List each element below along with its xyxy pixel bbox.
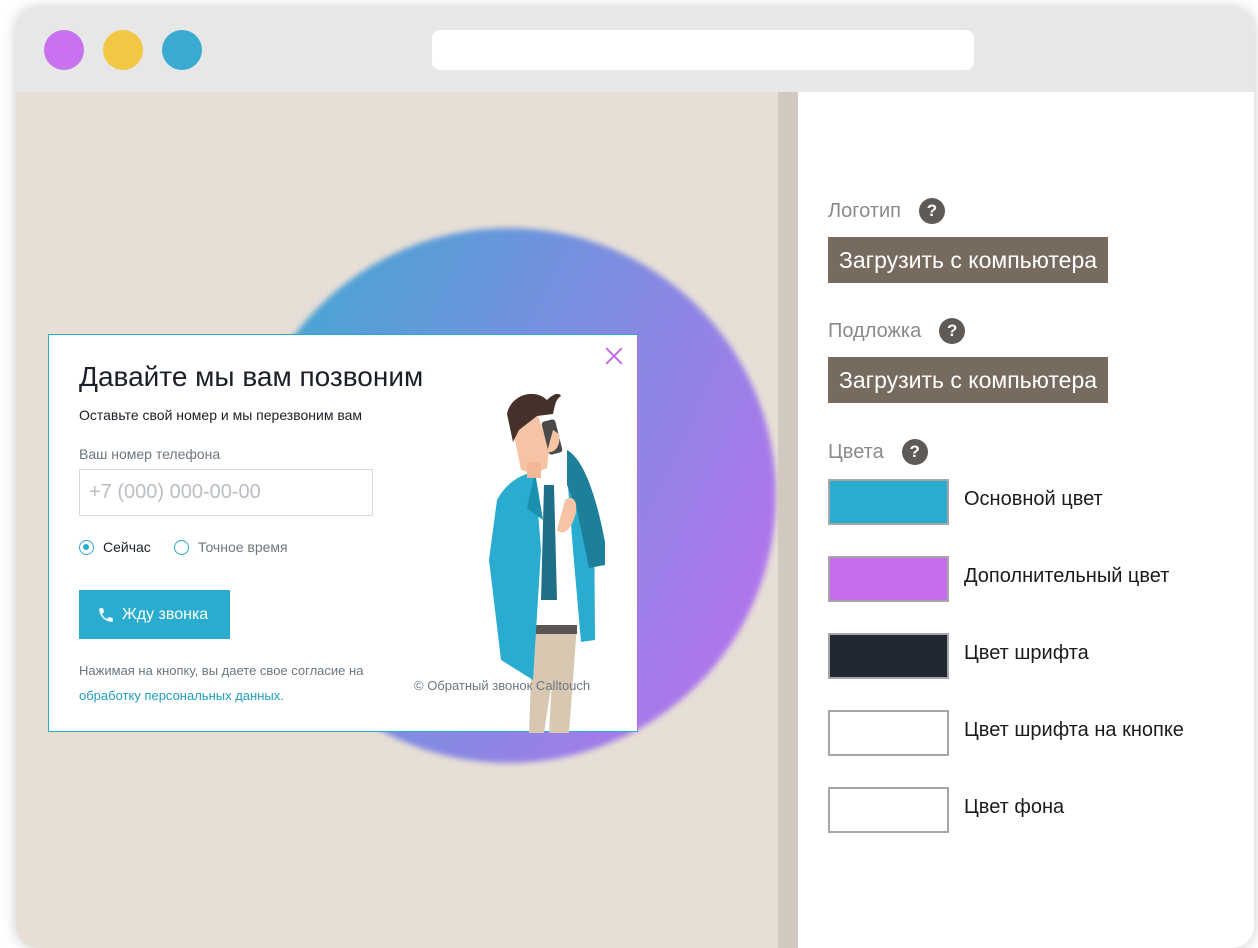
radio-now-label: Сейчас xyxy=(103,539,151,555)
callback-popup: Давайте мы вам позвоним Оставьте свой но… xyxy=(48,334,638,733)
help-icon[interactable]: ? xyxy=(918,198,945,224)
radio-unchecked-icon[interactable] xyxy=(174,539,189,555)
colors-field: Цвета ? xyxy=(828,439,928,465)
copyright-text: © Обратный звонок Calltouch xyxy=(414,678,591,693)
browser-window: Давайте мы вам позвоним Оставьте свой но… xyxy=(16,8,1254,948)
font-color-swatch[interactable] xyxy=(828,633,949,679)
phone-icon xyxy=(99,607,113,622)
primary-color-swatch[interactable] xyxy=(828,479,949,525)
font-color-label: Цвет шрифта xyxy=(964,642,1089,664)
consent-text-block: Нажимая на кнопку, вы даете свое согласи… xyxy=(79,658,409,708)
panel-divider[interactable] xyxy=(778,92,798,948)
radio-now[interactable]: Сейчас xyxy=(79,539,151,555)
backdrop-field: Подложка ? xyxy=(828,318,966,344)
logo-field: Логотип ? xyxy=(828,198,945,224)
colors-label: Цвета xyxy=(828,440,884,463)
preview-canvas: Давайте мы вам позвоним Оставьте свой но… xyxy=(16,92,778,948)
radio-checked-icon[interactable] xyxy=(79,539,94,555)
button-font-color-label: Цвет шрифта на кнопке xyxy=(964,719,1184,741)
logo-upload-button[interactable]: Загрузить с компьютера xyxy=(828,237,1109,283)
phone-input[interactable] xyxy=(79,469,373,516)
popup-title: Давайте мы вам позвоним xyxy=(79,361,424,392)
primary-color-label: Основной цвет xyxy=(964,488,1103,510)
help-icon[interactable]: ? xyxy=(939,318,966,344)
logo-label: Логотип xyxy=(828,199,901,222)
call-me-button-label: Жду звонка xyxy=(122,605,209,623)
secondary-color-label: Дополнительный цвет xyxy=(964,565,1170,587)
help-icon[interactable]: ? xyxy=(901,439,928,465)
background-color-swatch[interactable] xyxy=(828,787,949,833)
radio-exact-label: Точное время xyxy=(198,539,288,555)
call-me-button[interactable]: Жду звонка xyxy=(79,590,230,639)
secondary-color-swatch[interactable] xyxy=(828,556,949,602)
title-bar xyxy=(16,8,1254,92)
window-dot-yellow[interactable] xyxy=(103,30,143,70)
close-icon[interactable] xyxy=(603,345,625,367)
window-dot-blue[interactable] xyxy=(162,30,202,70)
backdrop-label: Подложка xyxy=(828,319,922,342)
window-dot-purple[interactable] xyxy=(44,30,84,70)
consent-link[interactable]: обработку персональных данных. xyxy=(79,683,409,708)
background-color-label: Цвет фона xyxy=(964,796,1065,818)
backdrop-upload-button[interactable]: Загрузить с компьютера xyxy=(828,357,1109,403)
radio-exact-time[interactable]: Точное время xyxy=(174,539,288,555)
settings-panel: Логотип ? Загрузить с компьютера Подложк… xyxy=(798,92,1254,948)
popup-subtitle: Оставьте свой номер и мы перезвоним вам xyxy=(79,407,363,423)
address-bar[interactable] xyxy=(432,30,974,70)
phone-label: Ваш номер телефона xyxy=(79,446,221,462)
consent-text: Нажимая на кнопку, вы даете свое согласи… xyxy=(79,663,364,678)
button-font-color-swatch[interactable] xyxy=(828,710,949,756)
